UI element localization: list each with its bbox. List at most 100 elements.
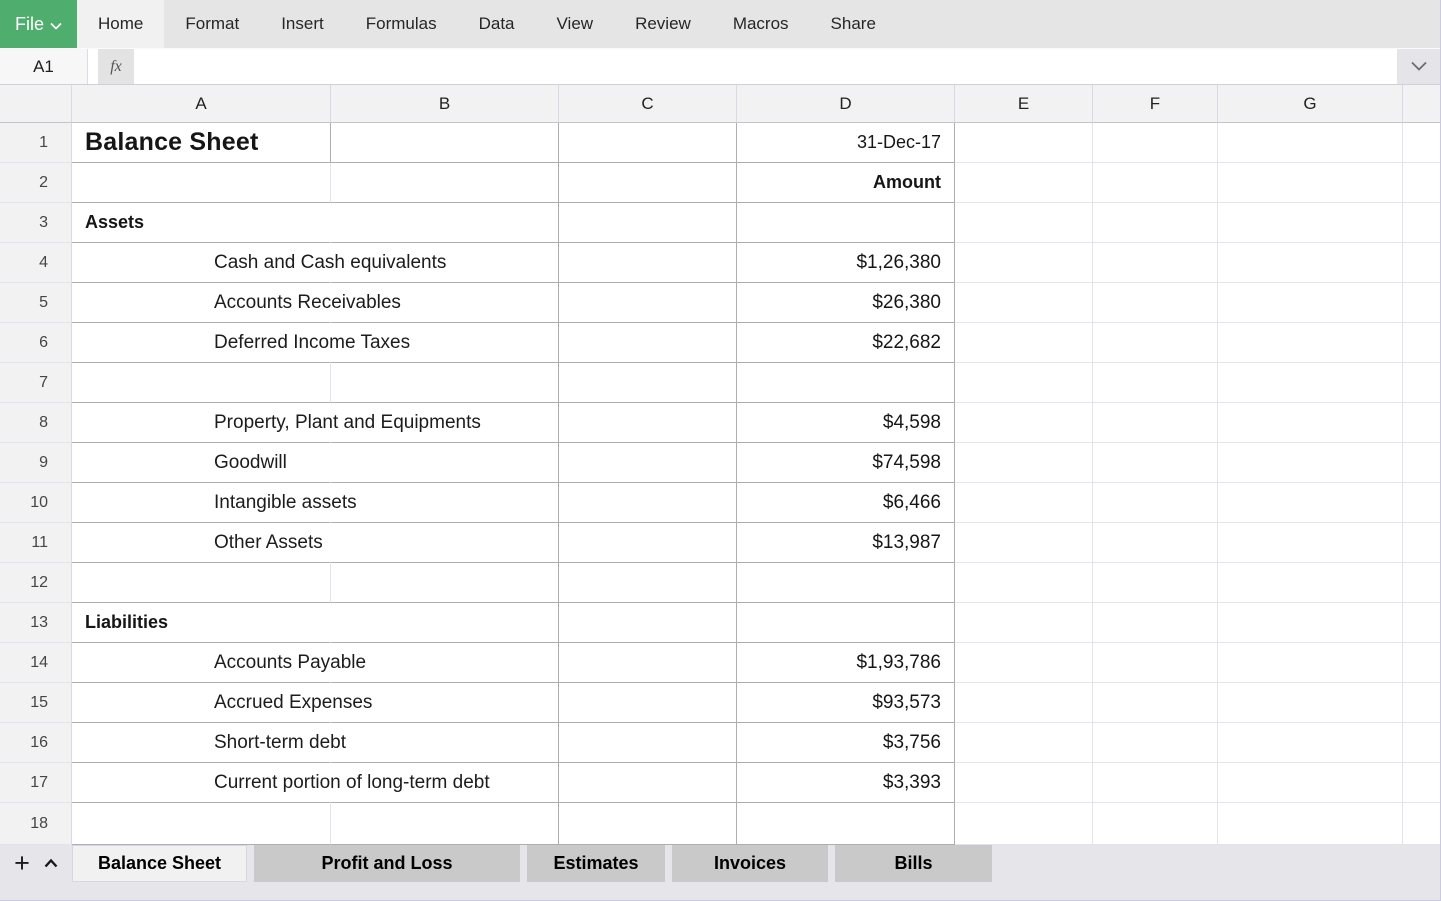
sheet-tab-bills[interactable]: Bills bbox=[835, 845, 992, 882]
cell-B2[interactable] bbox=[331, 163, 559, 203]
cell-D5[interactable]: $26,380 bbox=[737, 283, 955, 323]
column-header-partial[interactable] bbox=[1403, 85, 1440, 123]
row-header-15[interactable]: 15 bbox=[0, 683, 72, 723]
cell-H7[interactable] bbox=[1403, 363, 1440, 403]
menu-item-data[interactable]: Data bbox=[458, 0, 536, 48]
cell-E2[interactable] bbox=[955, 163, 1093, 203]
menu-item-home[interactable]: Home bbox=[77, 0, 164, 48]
cell-F8[interactable] bbox=[1093, 403, 1218, 443]
row-header-11[interactable]: 11 bbox=[0, 523, 72, 563]
cell-H9[interactable] bbox=[1403, 443, 1440, 483]
cell-E5[interactable] bbox=[955, 283, 1093, 323]
cell-H12[interactable] bbox=[1403, 563, 1440, 603]
cell-G6[interactable] bbox=[1218, 323, 1403, 363]
column-header-G[interactable]: G bbox=[1218, 85, 1403, 123]
cell-B10[interactable] bbox=[331, 483, 559, 523]
cell-G9[interactable] bbox=[1218, 443, 1403, 483]
cell-D2[interactable]: Amount bbox=[737, 163, 955, 203]
cell-F11[interactable] bbox=[1093, 523, 1218, 563]
cell-C4[interactable] bbox=[559, 243, 737, 283]
cell-G13[interactable] bbox=[1218, 603, 1403, 643]
cell-H5[interactable] bbox=[1403, 283, 1440, 323]
column-header-A[interactable]: A bbox=[72, 85, 331, 123]
cell-C8[interactable] bbox=[559, 403, 737, 443]
cell-D8[interactable]: $4,598 bbox=[737, 403, 955, 443]
cell-E3[interactable] bbox=[955, 203, 1093, 243]
cell-A8[interactable]: Property, Plant and Equipments bbox=[72, 403, 331, 443]
cell-H4[interactable] bbox=[1403, 243, 1440, 283]
row-header-1[interactable]: 1 bbox=[0, 123, 72, 163]
cell-F14[interactable] bbox=[1093, 643, 1218, 683]
cell-A1[interactable]: Balance Sheet bbox=[72, 123, 331, 163]
cell-C6[interactable] bbox=[559, 323, 737, 363]
cell-C18[interactable] bbox=[559, 803, 737, 845]
cell-A4[interactable]: Cash and Cash equivalents bbox=[72, 243, 331, 283]
cell-G18[interactable] bbox=[1218, 803, 1403, 845]
row-header-7[interactable]: 7 bbox=[0, 363, 72, 403]
cell-G3[interactable] bbox=[1218, 203, 1403, 243]
cell-C16[interactable] bbox=[559, 723, 737, 763]
cell-A6[interactable]: Deferred Income Taxes bbox=[72, 323, 331, 363]
column-header-E[interactable]: E bbox=[955, 85, 1093, 123]
menu-item-review[interactable]: Review bbox=[614, 0, 712, 48]
cell-D15[interactable]: $93,573 bbox=[737, 683, 955, 723]
cell-H6[interactable] bbox=[1403, 323, 1440, 363]
cell-C5[interactable] bbox=[559, 283, 737, 323]
cell-H3[interactable] bbox=[1403, 203, 1440, 243]
cell-D18[interactable] bbox=[737, 803, 955, 845]
cell-A17[interactable]: Current portion of long-term debt bbox=[72, 763, 331, 803]
cell-F9[interactable] bbox=[1093, 443, 1218, 483]
sheet-list-button[interactable] bbox=[44, 856, 58, 871]
cell-C12[interactable] bbox=[559, 563, 737, 603]
row-header-3[interactable]: 3 bbox=[0, 203, 72, 243]
cell-D17[interactable]: $3,393 bbox=[737, 763, 955, 803]
cell-C10[interactable] bbox=[559, 483, 737, 523]
row-header-2[interactable]: 2 bbox=[0, 163, 72, 203]
sheet-tab-profit-and-loss[interactable]: Profit and Loss bbox=[254, 845, 520, 882]
cell-F12[interactable] bbox=[1093, 563, 1218, 603]
cell-G7[interactable] bbox=[1218, 363, 1403, 403]
cell-D9[interactable]: $74,598 bbox=[737, 443, 955, 483]
cell-E11[interactable] bbox=[955, 523, 1093, 563]
cell-A7[interactable] bbox=[72, 363, 331, 403]
cell-A15[interactable]: Accrued Expenses bbox=[72, 683, 331, 723]
cell-C3[interactable] bbox=[559, 203, 737, 243]
cell-B13[interactable] bbox=[331, 603, 559, 643]
row-header-14[interactable]: 14 bbox=[0, 643, 72, 683]
row-header-5[interactable]: 5 bbox=[0, 283, 72, 323]
cell-A2[interactable] bbox=[72, 163, 331, 203]
menu-item-macros[interactable]: Macros bbox=[712, 0, 810, 48]
cell-G5[interactable] bbox=[1218, 283, 1403, 323]
row-header-18[interactable]: 18 bbox=[0, 803, 72, 845]
cell-E12[interactable] bbox=[955, 563, 1093, 603]
cell-D1[interactable]: 31-Dec-17 bbox=[737, 123, 955, 163]
cell-C11[interactable] bbox=[559, 523, 737, 563]
cell-G11[interactable] bbox=[1218, 523, 1403, 563]
cell-B1[interactable] bbox=[331, 123, 559, 163]
cell-F10[interactable] bbox=[1093, 483, 1218, 523]
file-menu-button[interactable]: File bbox=[0, 0, 77, 48]
cell-F13[interactable] bbox=[1093, 603, 1218, 643]
cell-F17[interactable] bbox=[1093, 763, 1218, 803]
cell-B7[interactable] bbox=[331, 363, 559, 403]
cell-reference-box[interactable]: A1 bbox=[0, 49, 88, 84]
cell-C1[interactable] bbox=[559, 123, 737, 163]
cell-B18[interactable] bbox=[331, 803, 559, 845]
cell-F16[interactable] bbox=[1093, 723, 1218, 763]
cell-G16[interactable] bbox=[1218, 723, 1403, 763]
cell-F1[interactable] bbox=[1093, 123, 1218, 163]
cell-D3[interactable] bbox=[737, 203, 955, 243]
cell-H18[interactable] bbox=[1403, 803, 1440, 845]
cell-G10[interactable] bbox=[1218, 483, 1403, 523]
cell-G15[interactable] bbox=[1218, 683, 1403, 723]
cell-E18[interactable] bbox=[955, 803, 1093, 845]
cell-G8[interactable] bbox=[1218, 403, 1403, 443]
cell-F18[interactable] bbox=[1093, 803, 1218, 845]
cell-F3[interactable] bbox=[1093, 203, 1218, 243]
cell-H11[interactable] bbox=[1403, 523, 1440, 563]
sheet-tab-invoices[interactable]: Invoices bbox=[672, 845, 828, 882]
cell-H17[interactable] bbox=[1403, 763, 1440, 803]
cell-F6[interactable] bbox=[1093, 323, 1218, 363]
select-all-corner[interactable] bbox=[0, 85, 72, 123]
cell-A10[interactable]: Intangible assets bbox=[72, 483, 331, 523]
